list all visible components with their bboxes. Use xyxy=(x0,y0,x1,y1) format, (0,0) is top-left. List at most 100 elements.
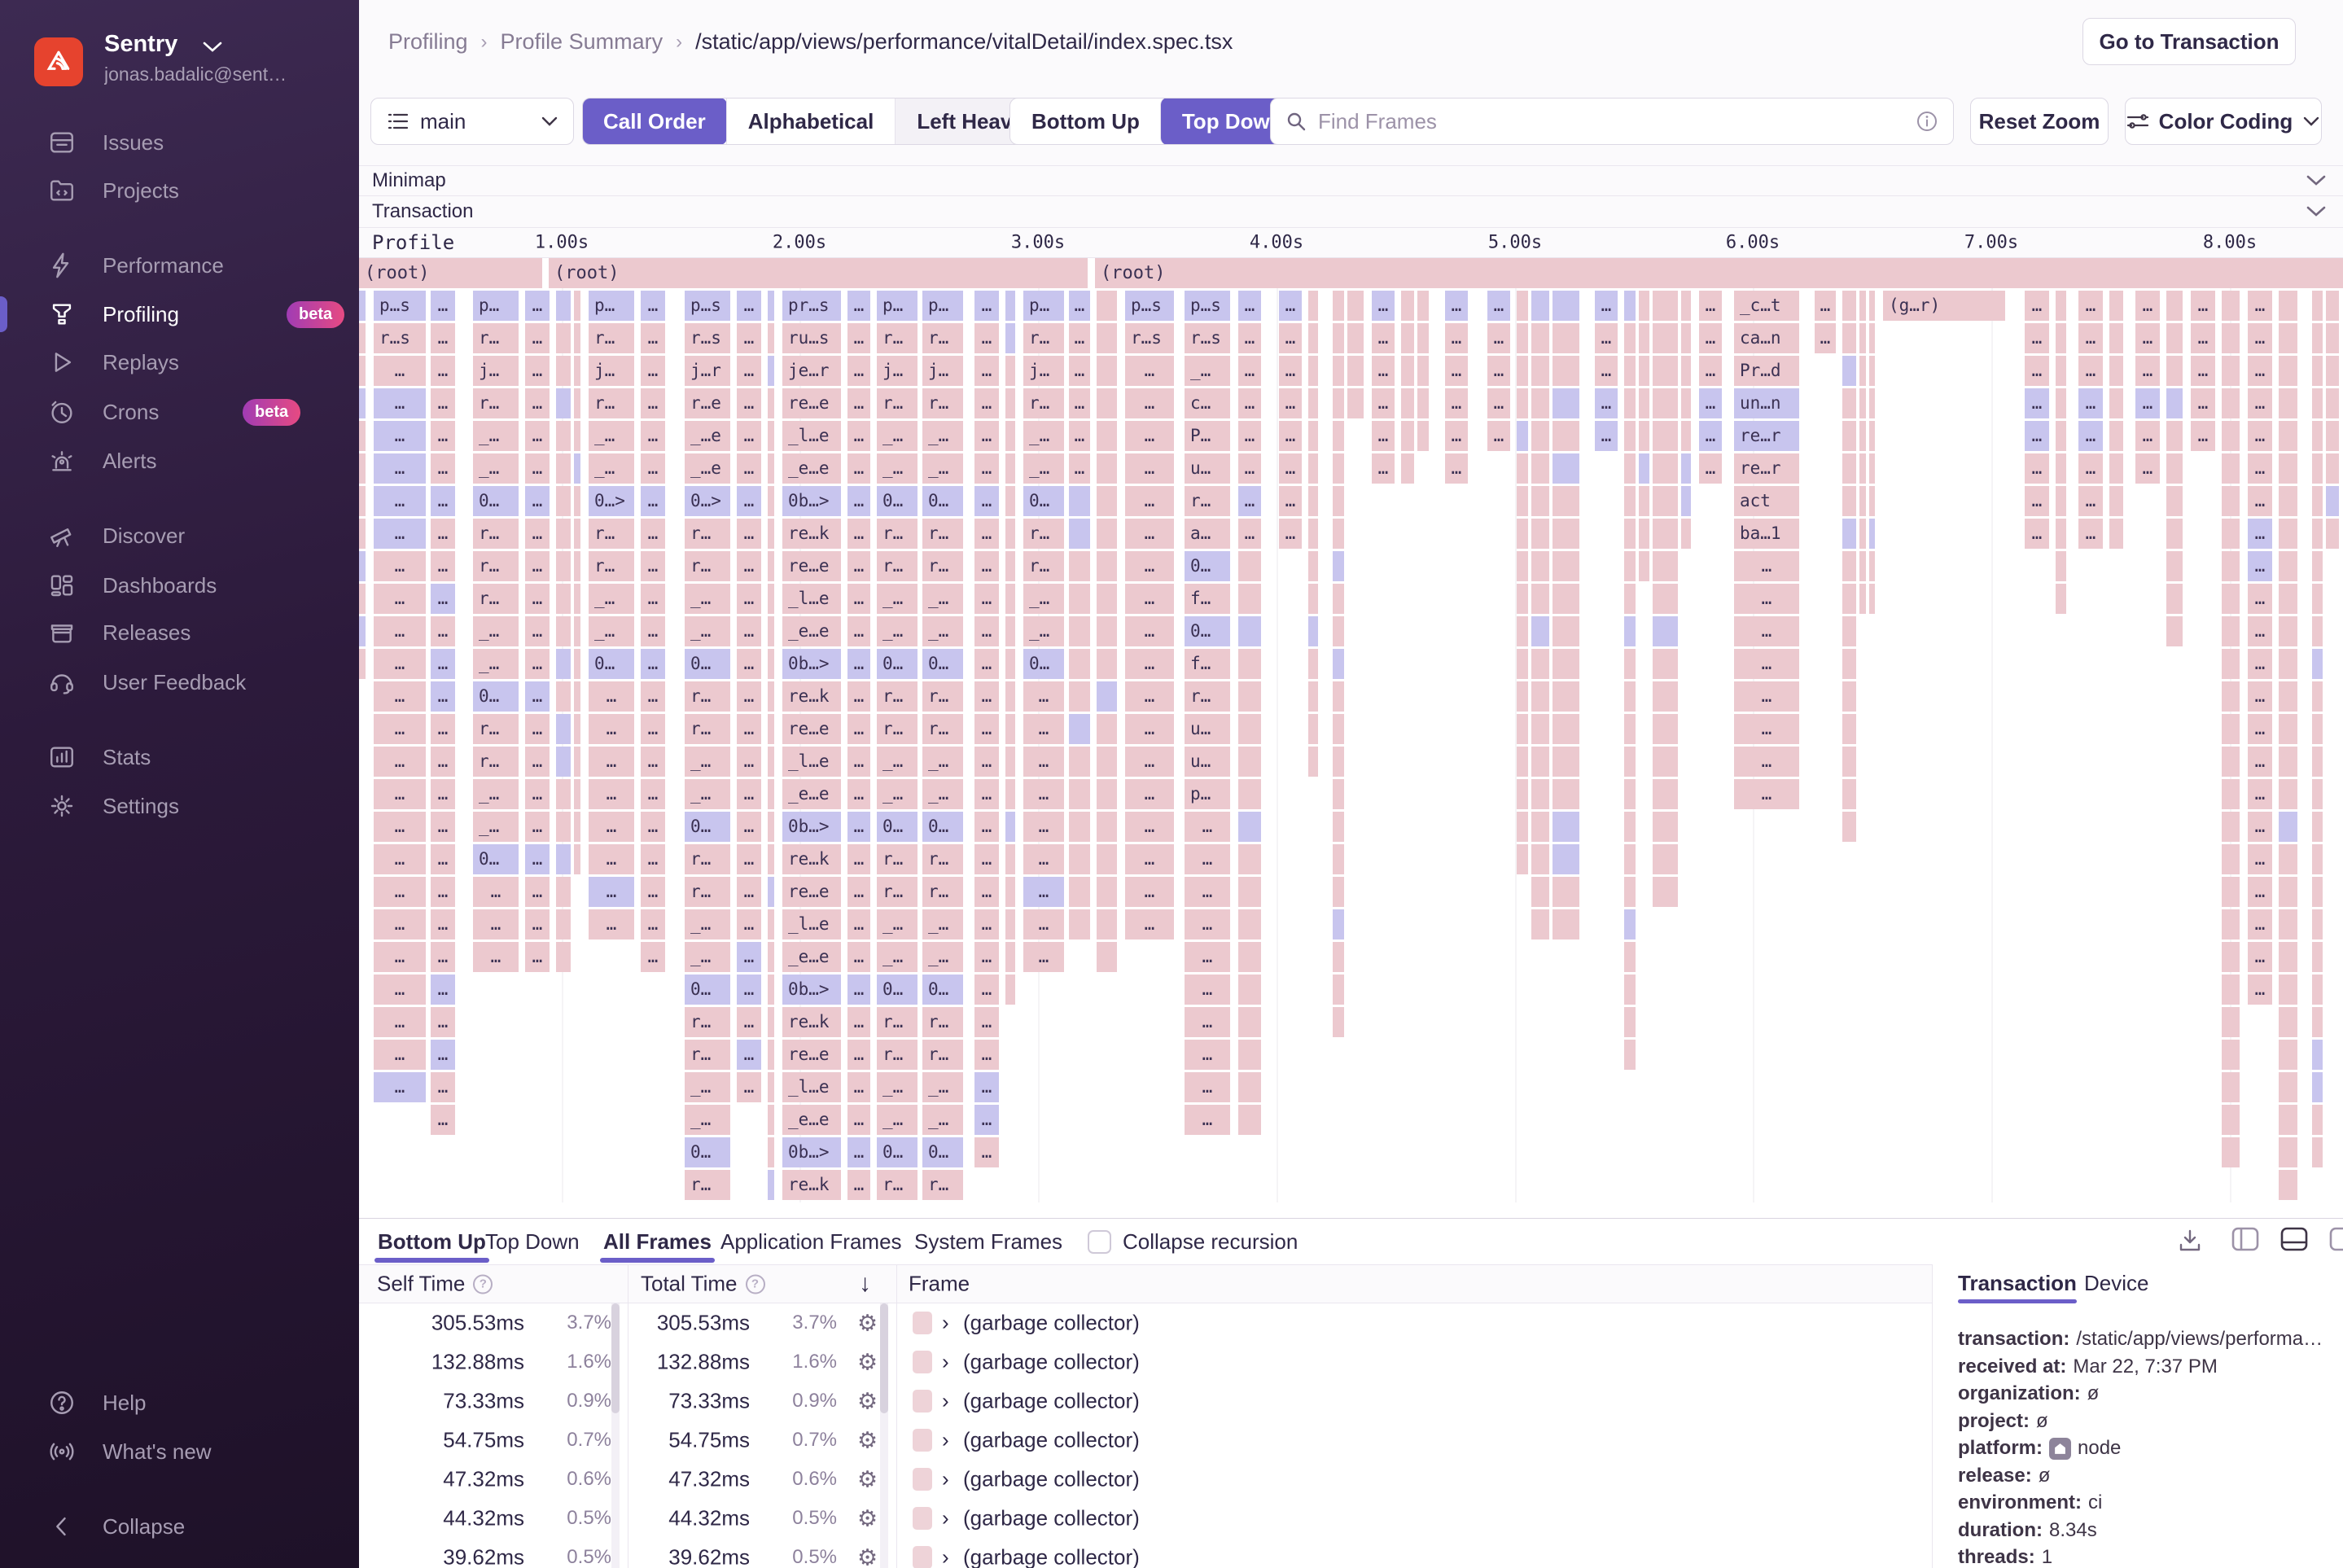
flame-frame[interactable]: … xyxy=(1238,486,1261,516)
flame-frame[interactable] xyxy=(1517,421,1528,451)
flame-frame[interactable]: … xyxy=(974,1105,999,1135)
flame-frame[interactable] xyxy=(2222,453,2240,484)
sidebar-item-crons[interactable]: Cronsbeta xyxy=(0,390,359,434)
flame-frame[interactable]: … xyxy=(1734,649,1799,679)
flame-frame[interactable] xyxy=(2312,1105,2323,1135)
flame-frame[interactable] xyxy=(2056,421,2066,451)
flame-frame[interactable]: … xyxy=(589,844,634,874)
flame-frame[interactable] xyxy=(2109,519,2123,549)
flame-frame[interactable]: … xyxy=(737,616,761,646)
flame-frame[interactable]: pr…s xyxy=(782,291,841,321)
flame-frame[interactable] xyxy=(1531,779,1549,809)
flame-frame[interactable]: _… xyxy=(685,616,730,646)
flame-frame[interactable] xyxy=(1417,356,1429,386)
flame-frame[interactable]: … xyxy=(1279,453,1302,484)
flame-frame[interactable]: 0… xyxy=(922,1137,963,1167)
flame-frame[interactable]: … xyxy=(737,942,761,972)
flame-frame[interactable]: 0… xyxy=(473,681,519,712)
search-info-icon[interactable] xyxy=(1916,110,1938,133)
flame-frame[interactable] xyxy=(1553,877,1579,907)
flame-frame[interactable]: … xyxy=(847,388,870,418)
reset-zoom-button[interactable]: Reset Zoom xyxy=(1970,98,2109,145)
flame-frame[interactable]: … xyxy=(1445,323,1468,353)
flame-frame[interactable]: … xyxy=(1595,388,1618,418)
flame-frame[interactable]: … xyxy=(1023,844,1064,874)
flame-frame[interactable] xyxy=(1238,877,1261,907)
flame-frame[interactable]: … xyxy=(431,486,455,516)
flame-frame[interactable]: … xyxy=(1279,356,1302,386)
flame-frame[interactable] xyxy=(1639,356,1649,386)
flame-frame[interactable] xyxy=(2166,551,2183,581)
flame-frame[interactable] xyxy=(1005,975,1015,1005)
flame-frame[interactable] xyxy=(2056,486,2066,516)
flame-frame[interactable]: … xyxy=(974,747,999,777)
flame-frame[interactable] xyxy=(1069,649,1090,679)
flame-frame[interactable]: … xyxy=(1023,714,1064,744)
flame-frame[interactable]: … xyxy=(1445,356,1468,386)
flame-frame[interactable]: r… xyxy=(922,551,963,581)
flame-frame[interactable]: _… xyxy=(589,584,634,614)
flame-frame[interactable]: … xyxy=(1023,877,1064,907)
flame-frame[interactable] xyxy=(359,616,366,646)
flame-frame[interactable] xyxy=(1842,519,1856,549)
flame-frame[interactable] xyxy=(1842,291,1856,321)
flame-frame[interactable]: _… xyxy=(922,584,963,614)
sidebar-item-help[interactable]: Help xyxy=(0,1381,359,1425)
flame-frame[interactable] xyxy=(2222,714,2240,744)
flame-frame[interactable]: … xyxy=(1185,812,1230,842)
flame-frame[interactable] xyxy=(1624,584,1636,614)
flame-frame[interactable] xyxy=(1681,453,1691,484)
flame-frame[interactable] xyxy=(768,877,774,907)
flame-frame[interactable] xyxy=(1639,388,1649,418)
flame-frame[interactable] xyxy=(1517,747,1528,777)
flame-frame[interactable] xyxy=(1624,551,1636,581)
flame-frame[interactable] xyxy=(1517,551,1528,581)
flame-frame[interactable] xyxy=(2312,584,2323,614)
flame-frame[interactable]: _e…e xyxy=(782,616,841,646)
flame-frame[interactable]: … xyxy=(374,388,426,418)
flame-frame[interactable] xyxy=(2056,388,2066,418)
flame-frame[interactable] xyxy=(768,388,774,418)
flame-frame[interactable]: … xyxy=(737,909,761,939)
flame-frame[interactable]: r… xyxy=(685,1170,730,1200)
flame-frame[interactable] xyxy=(1308,714,1318,744)
flame-frame[interactable]: p… xyxy=(473,291,519,321)
flame-frame[interactable] xyxy=(768,616,774,646)
flame-frame[interactable] xyxy=(1517,779,1528,809)
flame-frame[interactable] xyxy=(1238,1007,1261,1037)
flame-frame[interactable]: … xyxy=(374,1072,426,1102)
flame-frame[interactable]: re…e xyxy=(782,1040,841,1070)
flame-frame[interactable] xyxy=(2279,714,2297,744)
flame-frame[interactable]: … xyxy=(1734,681,1799,712)
flame-frame[interactable] xyxy=(1653,291,1678,321)
flame-frame[interactable]: … xyxy=(1238,421,1261,451)
flame-frame[interactable]: r… xyxy=(877,681,917,712)
flame-frame[interactable]: r…s xyxy=(1125,323,1174,353)
flame-frame[interactable] xyxy=(1842,323,1856,353)
flame-frame[interactable] xyxy=(556,747,571,777)
flame-frame[interactable]: r…s xyxy=(685,323,730,353)
flame-frame[interactable] xyxy=(1553,421,1579,451)
flame-frame[interactable]: … xyxy=(737,421,761,451)
details-tab-transaction[interactable]: Transaction xyxy=(1958,1264,2077,1303)
flame-frame[interactable]: … xyxy=(847,551,870,581)
flame-frame[interactable] xyxy=(1005,812,1015,842)
flame-frame[interactable]: … xyxy=(525,291,550,321)
flame-frame[interactable] xyxy=(1069,909,1090,939)
flame-frame[interactable]: … xyxy=(974,1072,999,1102)
flame-frame[interactable] xyxy=(1653,877,1678,907)
dock-bottom-layout-icon[interactable] xyxy=(2280,1227,2308,1251)
frame-expand-chevron-icon[interactable]: › xyxy=(942,1467,949,1492)
flame-frame[interactable] xyxy=(1553,486,1579,516)
flame-frame[interactable] xyxy=(2312,453,2323,484)
flame-frame[interactable]: _… xyxy=(473,649,519,679)
flame-frame[interactable]: … xyxy=(1238,356,1261,386)
flame-frame[interactable] xyxy=(2056,551,2066,581)
flame-root-frame[interactable]: (root) xyxy=(1095,258,2343,288)
flame-frame[interactable] xyxy=(1333,519,1344,549)
flame-frame[interactable] xyxy=(1308,356,1318,386)
flame-frame[interactable]: r… xyxy=(685,714,730,744)
flame-frame[interactable]: _… xyxy=(473,616,519,646)
flame-frame[interactable]: _… xyxy=(589,616,634,646)
flame-frame[interactable] xyxy=(1308,519,1318,549)
